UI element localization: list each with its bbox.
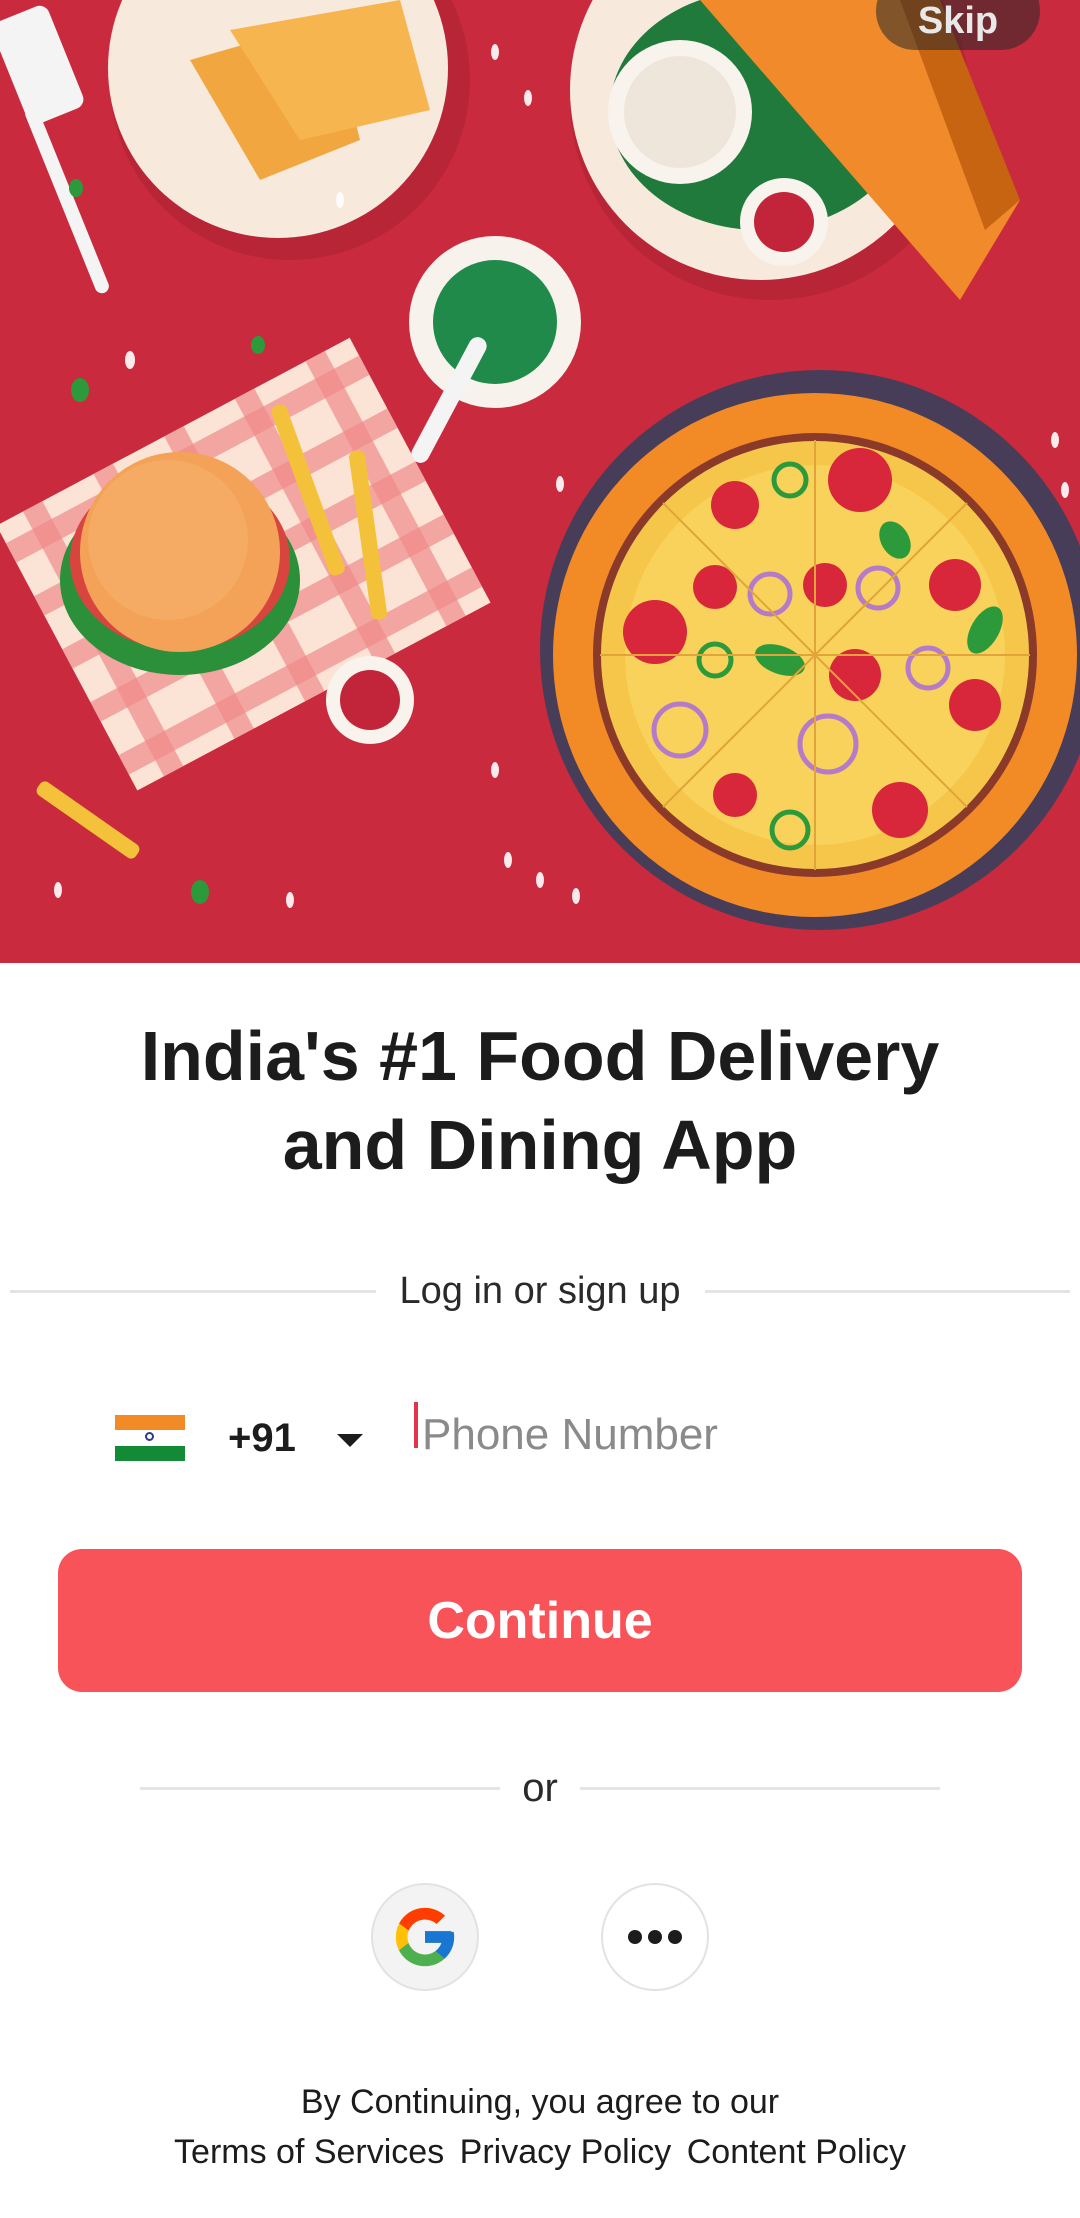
legal-notice: By Continuing, you agree to our Terms of… [0, 2077, 1080, 2177]
headline-line-1: India's #1 Food Delivery [140, 1017, 940, 1095]
continue-button[interactable]: Continue [58, 1549, 1022, 1692]
dropdown-caret-icon[interactable] [337, 1434, 363, 1447]
or-line-left [140, 1786, 501, 1790]
india-flag-icon[interactable] [115, 1415, 185, 1461]
privacy-policy-link[interactable]: Privacy Policy [460, 2133, 672, 2171]
page-title: India's #1 Food Delivery and Dining App [0, 1012, 1080, 1190]
divider-line-left [10, 1289, 376, 1293]
continue-label: Continue [427, 1591, 653, 1650]
divider-line-right [704, 1289, 1071, 1293]
login-divider: Log in or sign up [10, 1266, 1071, 1316]
more-login-options-button[interactable] [601, 1883, 709, 1991]
food-table-illustration [0, 0, 1080, 963]
headline-line-2: and Dining App [282, 1106, 798, 1184]
google-icon [395, 1907, 455, 1967]
content-policy-link[interactable]: Content Policy [687, 2133, 906, 2171]
google-login-button[interactable] [371, 1883, 479, 1991]
ashoka-chakra-icon [145, 1432, 154, 1442]
hero-illustration: Skip [0, 0, 1080, 963]
or-label: or [522, 1765, 558, 1810]
legal-links: Terms of Services Privacy Policy Content… [0, 2127, 1080, 2177]
phone-number-input[interactable] [412, 1390, 1002, 1480]
skip-button[interactable]: Skip [876, 0, 1040, 50]
login-divider-label: Log in or sign up [399, 1269, 681, 1312]
phone-entry-row: +91 [112, 1390, 1012, 1480]
text-cursor [414, 1402, 418, 1448]
more-options-icon [628, 1930, 682, 1944]
legal-prefix: By Continuing, you agree to our [300, 2083, 780, 2121]
or-divider: or [140, 1763, 941, 1813]
skip-label: Skip [917, 0, 999, 42]
country-code[interactable]: +91 [228, 1416, 296, 1461]
or-line-right [579, 1786, 941, 1790]
terms-of-services-link[interactable]: Terms of Services [174, 2133, 444, 2171]
